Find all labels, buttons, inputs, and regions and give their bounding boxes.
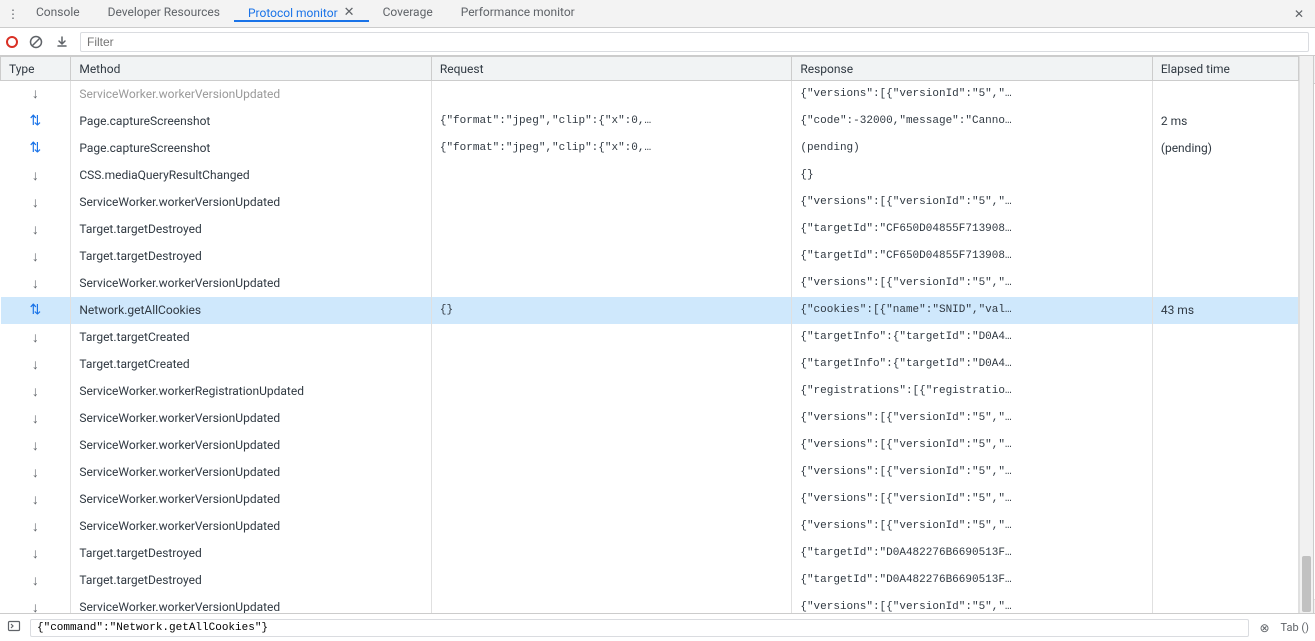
table-row[interactable]: ↓Target.targetCreated{"targetInfo":{"tar… — [1, 324, 1299, 351]
bidirectional-icon: ⇅ — [30, 302, 42, 318]
incoming-icon: ↓ — [32, 546, 39, 562]
tab-performance-monitor[interactable]: Performance monitor — [447, 5, 589, 21]
table-row[interactable]: ↓ServiceWorker.workerVersionUpdated{"ver… — [1, 459, 1299, 486]
incoming-icon: ↓ — [32, 249, 39, 265]
clear-icon[interactable] — [28, 34, 44, 50]
col-request[interactable]: Request — [431, 57, 792, 81]
table-row[interactable]: ⇅Network.getAllCookies{}{"cookies":[{"na… — [1, 297, 1299, 324]
incoming-icon: ↓ — [32, 330, 39, 346]
bidirectional-icon: ⇅ — [30, 113, 42, 129]
devtools-tabbar: ⋮ ConsoleDeveloper ResourcesProtocol mon… — [0, 0, 1315, 28]
bidirectional-icon: ⇅ — [30, 140, 42, 156]
incoming-icon: ↓ — [32, 222, 39, 238]
close-panel-icon[interactable]: ✕ — [1287, 7, 1311, 21]
table-row[interactable]: ↓ServiceWorker.workerVersionUpdated{"ver… — [1, 486, 1299, 513]
download-icon[interactable] — [54, 34, 70, 50]
tab-complete-hint: Tab () — [1281, 621, 1309, 634]
table-row[interactable]: ↓Target.targetDestroyed{"targetId":"D0A4… — [1, 540, 1299, 567]
table-row[interactable]: ↓ServiceWorker.workerVersionUpdated{"ver… — [1, 432, 1299, 459]
tab-developer-resources[interactable]: Developer Resources — [94, 5, 234, 21]
protocol-toolbar — [0, 28, 1315, 56]
close-tab-icon[interactable]: ✕ — [344, 5, 355, 20]
col-type[interactable]: Type — [1, 57, 71, 81]
clear-command-icon[interactable]: ⊗ — [1257, 621, 1273, 635]
incoming-icon: ↓ — [32, 573, 39, 589]
command-input[interactable] — [30, 619, 1249, 637]
table-row[interactable]: ↓Target.targetDestroyed{"targetId":"CF65… — [1, 243, 1299, 270]
incoming-icon: ↓ — [32, 519, 39, 535]
incoming-icon: ↓ — [32, 438, 39, 454]
incoming-icon: ↓ — [32, 357, 39, 373]
table-row[interactable]: ↓ServiceWorker.workerVersionUpdated{"ver… — [1, 594, 1299, 614]
incoming-icon: ↓ — [32, 492, 39, 508]
incoming-icon: ↓ — [32, 411, 39, 427]
table-row[interactable]: ↓Target.targetDestroyed{"targetId":"CF65… — [1, 216, 1299, 243]
incoming-icon: ↓ — [32, 168, 39, 184]
table-row[interactable]: ⇅Page.captureScreenshot{"format":"jpeg",… — [1, 108, 1299, 135]
table-row[interactable]: ↓ServiceWorker.workerRegistrationUpdated… — [1, 378, 1299, 405]
table-row[interactable]: ↓ServiceWorker.workerVersionUpdated{"ver… — [1, 513, 1299, 540]
tab-coverage[interactable]: Coverage — [369, 5, 447, 21]
tab-console[interactable]: Console — [22, 5, 94, 21]
incoming-icon: ↓ — [32, 195, 39, 211]
table-row[interactable]: ⇅Page.captureScreenshot{"format":"jpeg",… — [1, 135, 1299, 162]
table-row[interactable]: ↓CSS.mediaQueryResultChanged{} — [1, 162, 1299, 189]
table-row[interactable]: ↓ServiceWorker.workerVersionUpdated{"ver… — [1, 81, 1299, 108]
table-row[interactable]: ↓Target.targetDestroyed{"targetId":"D0A4… — [1, 567, 1299, 594]
table-header-row: Type Method Request Response Elapsed tim… — [1, 57, 1299, 81]
incoming-icon: ↓ — [32, 276, 39, 292]
table-row[interactable]: ↓Target.targetCreated{"targetInfo":{"tar… — [1, 351, 1299, 378]
table-row[interactable]: ↓ServiceWorker.workerVersionUpdated{"ver… — [1, 405, 1299, 432]
table-row[interactable]: ↓ServiceWorker.workerVersionUpdated{"ver… — [1, 270, 1299, 297]
filter-input[interactable] — [80, 32, 1309, 52]
incoming-icon: ↓ — [32, 600, 39, 614]
tab-protocol-monitor[interactable]: Protocol monitor✕ — [234, 5, 369, 22]
protocol-events-table[interactable]: Type Method Request Response Elapsed tim… — [0, 56, 1299, 613]
command-bar: ⊗ Tab () — [0, 613, 1315, 641]
incoming-icon: ↓ — [32, 86, 39, 102]
incoming-icon: ↓ — [32, 384, 39, 400]
col-response[interactable]: Response — [792, 57, 1153, 81]
vertical-scrollbar[interactable] — [1299, 56, 1313, 613]
col-elapsed[interactable]: Elapsed time — [1152, 57, 1299, 81]
table-row[interactable]: ↓ServiceWorker.workerVersionUpdated{"ver… — [1, 189, 1299, 216]
incoming-icon: ↓ — [32, 465, 39, 481]
record-icon[interactable] — [6, 36, 18, 48]
col-method[interactable]: Method — [71, 57, 432, 81]
more-tabs-icon[interactable]: ⋮ — [4, 7, 22, 21]
console-icon[interactable] — [6, 619, 22, 636]
